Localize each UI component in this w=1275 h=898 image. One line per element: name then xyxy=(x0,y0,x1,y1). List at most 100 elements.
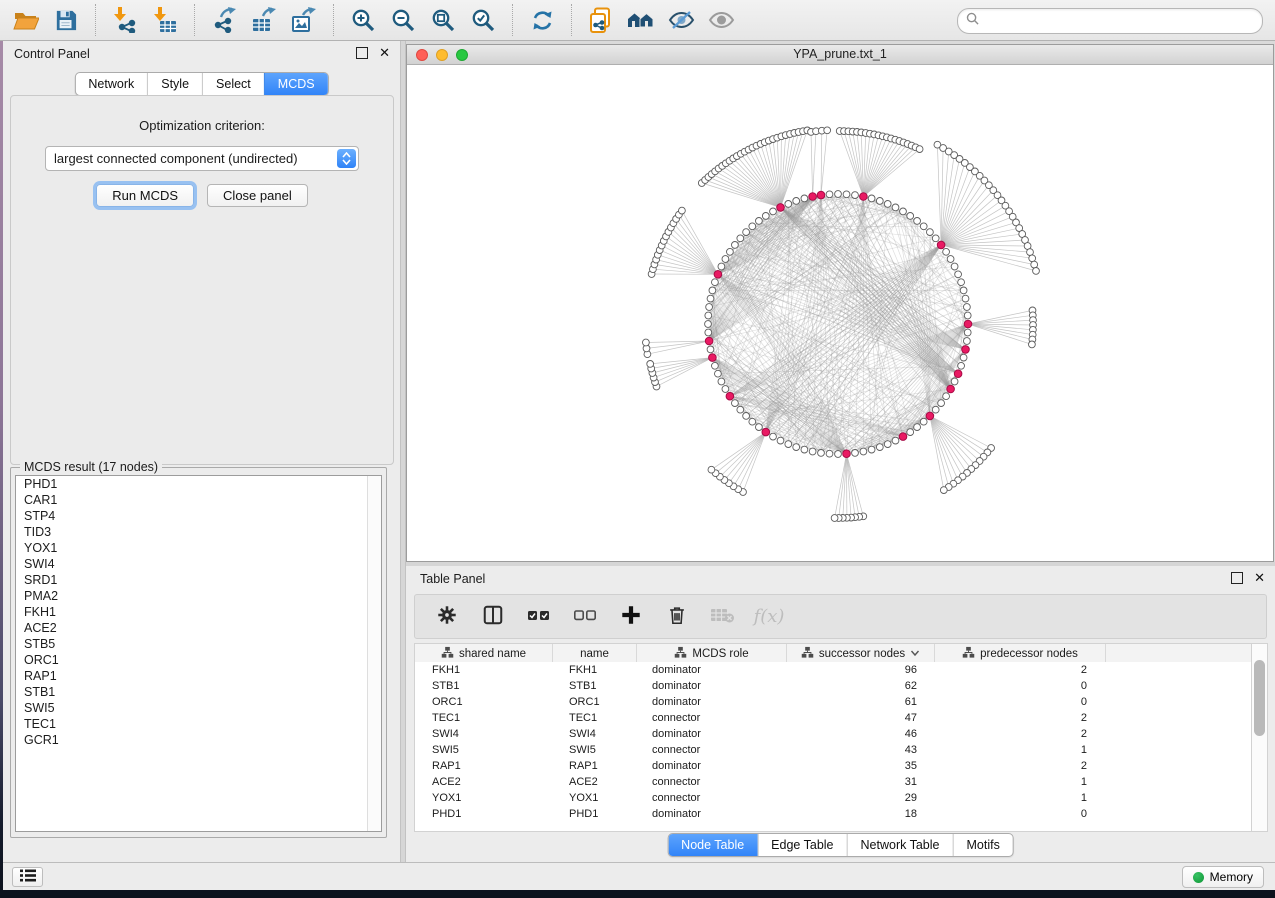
mcds-result-item[interactable]: PHD1 xyxy=(16,476,381,492)
close-panel-icon[interactable]: ✕ xyxy=(1254,573,1265,583)
table-cell: 1 xyxy=(931,776,1101,788)
optimization-criterion-select[interactable]: largest connected component (undirected) xyxy=(45,146,359,171)
mcds-result-item[interactable]: ACE2 xyxy=(16,620,381,636)
tab-mcds[interactable]: MCDS xyxy=(264,73,328,95)
mcds-result-item[interactable]: PMA2 xyxy=(16,588,381,604)
mcds-result-item[interactable]: STB5 xyxy=(16,636,381,652)
memory-status-icon xyxy=(1193,872,1204,883)
mcds-result-item[interactable]: GCR1 xyxy=(16,732,381,748)
table-cell: ACE2 xyxy=(552,776,635,788)
open-session-button[interactable] xyxy=(6,2,46,38)
table-cell: YOX1 xyxy=(552,792,635,804)
close-panel-button[interactable]: Close panel xyxy=(207,184,308,207)
column-header-predecessor-nodes[interactable]: predecessor nodes xyxy=(935,644,1106,663)
mcds-result-item[interactable]: RAP1 xyxy=(16,668,381,684)
add-column-button[interactable] xyxy=(615,600,647,634)
table-row[interactable]: TEC1TEC1connector472 xyxy=(415,710,1252,726)
table-cell: STB1 xyxy=(552,680,635,692)
mcds-result-item[interactable]: ORC1 xyxy=(16,652,381,668)
table-cell: PHD1 xyxy=(415,808,552,820)
tab-style[interactable]: Style xyxy=(147,73,202,95)
maximize-window-icon[interactable] xyxy=(456,49,468,61)
table-tab-motifs[interactable]: Motifs xyxy=(952,834,1012,856)
tab-select[interactable]: Select xyxy=(202,73,264,95)
open-folder-icon xyxy=(13,9,39,31)
delete-columns-button[interactable] xyxy=(661,600,693,634)
deselect-all-rows-button[interactable] xyxy=(569,600,601,634)
show-panels-button[interactable] xyxy=(12,867,43,887)
network-window-titlebar[interactable]: YPA_prune.txt_1 xyxy=(407,45,1273,65)
mcds-result-item[interactable]: SWI5 xyxy=(16,700,381,716)
table-cell: TEC1 xyxy=(415,712,552,724)
main-toolbar xyxy=(0,0,1275,41)
apply-preferred-layout-button[interactable] xyxy=(522,2,562,38)
mcds-result-item[interactable]: SRD1 xyxy=(16,572,381,588)
zoom-selected-region-button[interactable] xyxy=(463,2,503,38)
run-mcds-button[interactable]: Run MCDS xyxy=(96,184,194,207)
close-window-icon[interactable] xyxy=(416,49,428,61)
chevron-up-down-icon xyxy=(337,149,356,168)
network-canvas[interactable] xyxy=(407,65,1273,562)
window-traffic-lights xyxy=(416,49,468,61)
table-cell: RAP1 xyxy=(415,760,552,772)
mcds-result-list[interactable]: PHD1CAR1STP4TID3YOX1SWI4SRD1PMA2FKH1ACE2… xyxy=(15,475,382,832)
table-row[interactable]: PHD1PHD1dominator180 xyxy=(415,806,1252,822)
export-network-button[interactable] xyxy=(204,2,244,38)
close-panel-icon[interactable]: ✕ xyxy=(379,48,390,58)
table-row[interactable]: ACE2ACE2connector311 xyxy=(415,774,1252,790)
table-tab-network-table[interactable]: Network Table xyxy=(847,834,953,856)
search-field[interactable] xyxy=(957,8,1263,34)
table-row[interactable]: SWI5SWI5connector431 xyxy=(415,742,1252,758)
table-tab-node-table[interactable]: Node Table xyxy=(668,834,757,856)
result-list-scrollbar[interactable] xyxy=(367,476,381,831)
table-tab-edge-table[interactable]: Edge Table xyxy=(757,834,846,856)
scrollbar-thumb[interactable] xyxy=(1254,660,1265,736)
export-image-button[interactable] xyxy=(284,2,324,38)
table-row[interactable]: ORC1ORC1dominator610 xyxy=(415,694,1252,710)
zoom-selected-icon xyxy=(471,8,496,33)
memory-button[interactable]: Memory xyxy=(1182,866,1264,888)
table-cell: dominator xyxy=(635,664,784,676)
column-header-MCDS-role[interactable]: MCDS role xyxy=(637,644,787,663)
mcds-result-title: MCDS result (17 nodes) xyxy=(20,460,162,474)
mcds-result-item[interactable]: CAR1 xyxy=(16,492,381,508)
search-input[interactable] xyxy=(984,13,1254,29)
column-header-name[interactable]: name xyxy=(553,644,637,663)
import-table-from-file-button[interactable] xyxy=(145,2,185,38)
table-row[interactable]: RAP1RAP1dominator352 xyxy=(415,758,1252,774)
table-row[interactable]: SWI4SWI4dominator462 xyxy=(415,726,1252,742)
save-session-button[interactable] xyxy=(46,2,86,38)
table-row[interactable]: FKH1FKH1dominator962 xyxy=(415,662,1252,678)
zoom-out-button[interactable] xyxy=(383,2,423,38)
show-columns-button[interactable] xyxy=(477,600,509,634)
mcds-result-item[interactable]: STB1 xyxy=(16,684,381,700)
column-header-successor-nodes[interactable]: successor nodes xyxy=(787,644,935,663)
hide-selected-button[interactable] xyxy=(661,2,701,38)
select-all-rows-button[interactable] xyxy=(523,600,555,634)
table-scrollbar[interactable] xyxy=(1251,643,1268,832)
control-panel-tabs: NetworkStyleSelectMCDS xyxy=(74,72,328,96)
mcds-result-item[interactable]: STP4 xyxy=(16,508,381,524)
control-panel-titlebar: Control Panel ✕ xyxy=(3,41,400,67)
zoom-in-button[interactable] xyxy=(343,2,383,38)
float-panel-icon[interactable] xyxy=(1231,572,1243,584)
table-row[interactable]: YOX1YOX1connector291 xyxy=(415,790,1252,806)
table-cell: dominator xyxy=(635,728,784,740)
table-row[interactable]: STB1STB1dominator620 xyxy=(415,678,1252,694)
first-neighbors-button[interactable] xyxy=(621,2,661,38)
mcds-result-item[interactable]: YOX1 xyxy=(16,540,381,556)
mcds-result-item[interactable]: SWI4 xyxy=(16,556,381,572)
new-network-from-selection-button[interactable] xyxy=(581,2,621,38)
mcds-result-item[interactable]: TEC1 xyxy=(16,716,381,732)
tab-network[interactable]: Network xyxy=(75,73,147,95)
table-settings-button[interactable] xyxy=(431,600,463,634)
mcds-result-item[interactable]: TID3 xyxy=(16,524,381,540)
column-header-shared-name[interactable]: shared name xyxy=(415,644,553,663)
minimize-window-icon[interactable] xyxy=(436,49,448,61)
float-panel-icon[interactable] xyxy=(356,47,368,59)
export-table-button[interactable] xyxy=(244,2,284,38)
zoom-fit-content-button[interactable] xyxy=(423,2,463,38)
mcds-result-item[interactable]: FKH1 xyxy=(16,604,381,620)
toolbar-separator xyxy=(194,4,195,36)
import-network-from-file-button[interactable] xyxy=(105,2,145,38)
